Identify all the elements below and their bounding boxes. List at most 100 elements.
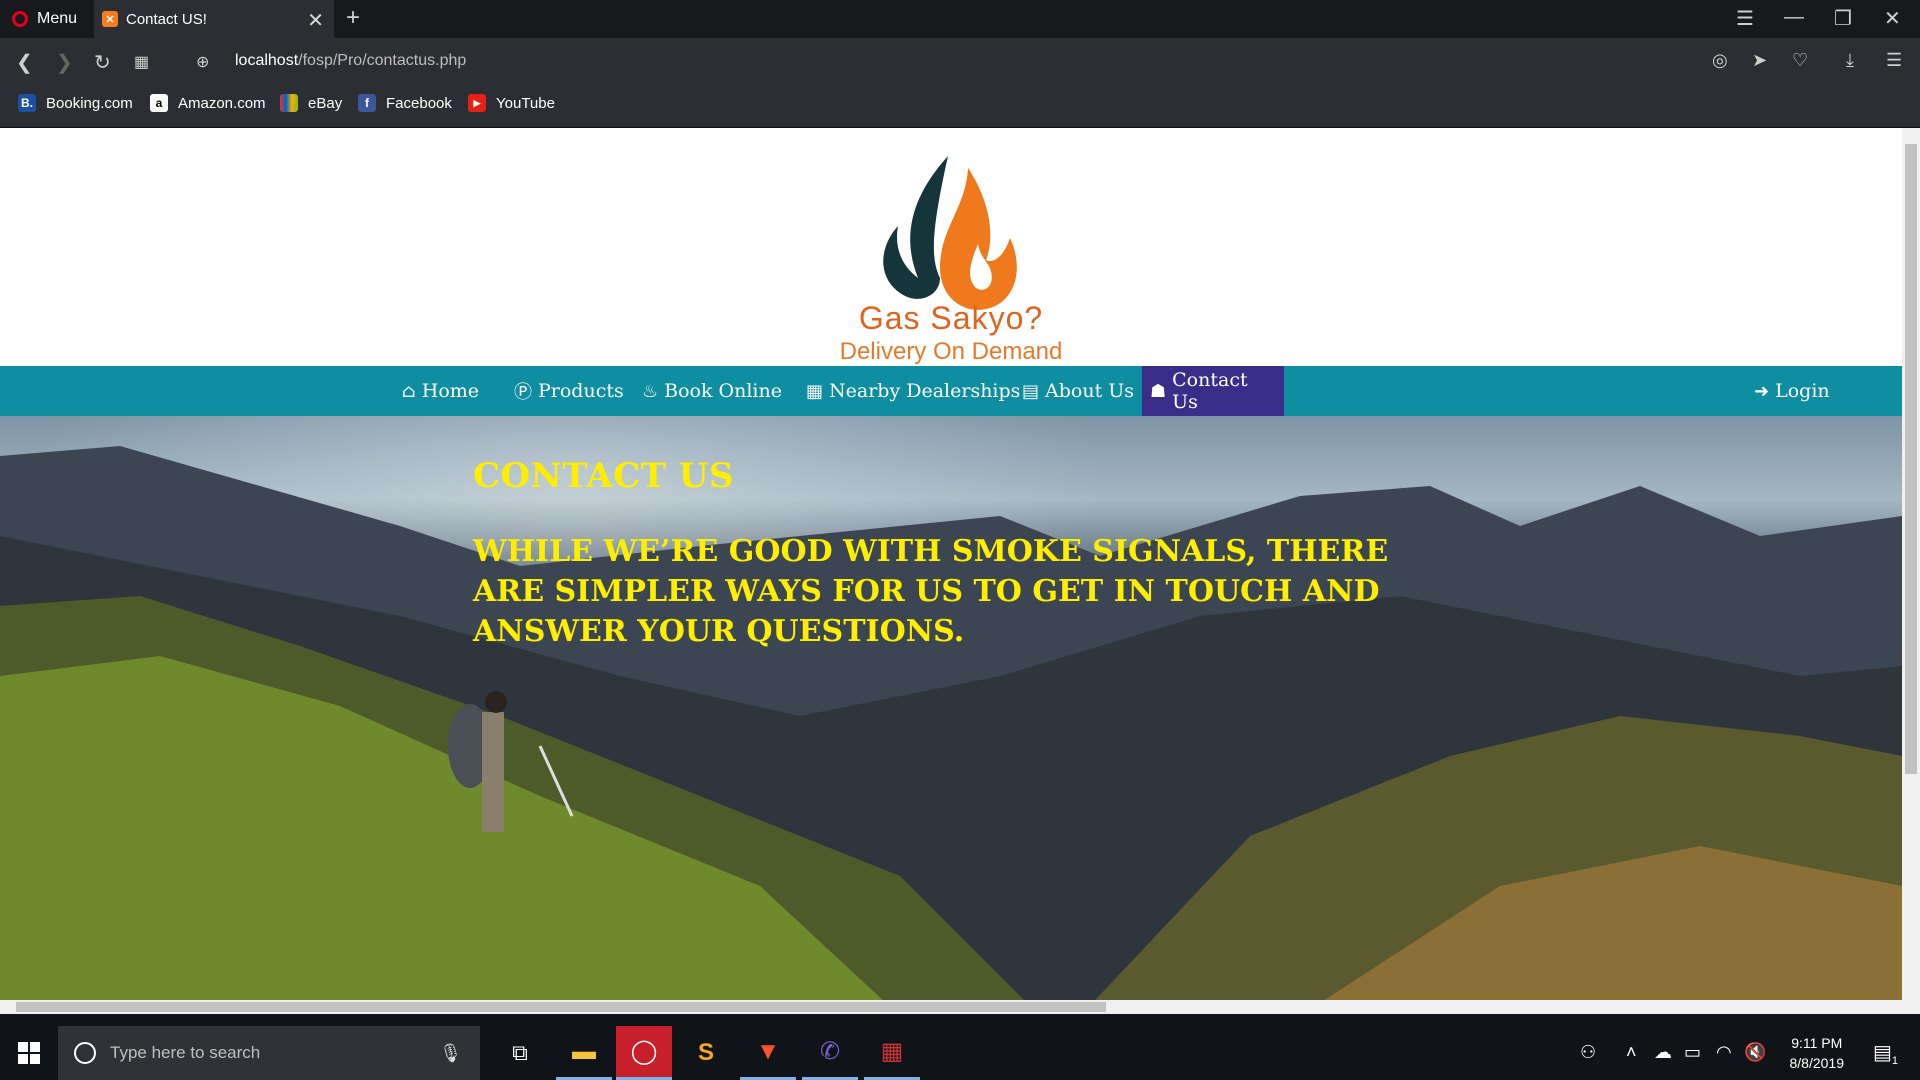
nav-contact-us[interactable]: ☗ Contact Us [1142,366,1284,416]
nav-about-us[interactable]: ▤ About Us [1018,366,1138,416]
brave-icon[interactable]: ▼ [740,1026,796,1080]
hero-banner: Contact Us While we’re good with smoke s… [0,416,1902,1014]
nav-label: Book Online [664,380,782,402]
snapshot-icon[interactable]: ◎ [1712,50,1728,71]
viber-icon[interactable]: ✆ [802,1026,858,1080]
amazon-icon: a [150,94,168,112]
start-button[interactable] [0,1026,58,1080]
tab-menu-icon[interactable]: ☰ [1736,6,1754,31]
products-icon: Ⓟ [514,382,532,403]
bookmark-label: YouTube [496,94,555,112]
volume-muted-icon[interactable]: 🔇 [1744,1042,1766,1063]
browser-titlebar: Menu ✕ Contact US! ✕ + ☰ — ❐ ✕ [0,0,1920,38]
people-icon[interactable]: ⚇ [1580,1042,1596,1063]
task-view-icon[interactable]: ⧉ [492,1026,548,1080]
bookmark-ebay[interactable]: eBay [280,94,342,112]
heart-icon[interactable]: ♡ [1792,50,1808,71]
nav-label: Contact Us [1172,369,1248,413]
tab-title: Contact US! [126,10,207,28]
file-explorer-icon[interactable]: ▬ [556,1026,612,1080]
restore-icon[interactable]: ❐ [1834,6,1852,31]
nav-book-online[interactable]: ♨ Book Online [638,366,786,416]
clock-time: 9:11 PM [1791,1035,1843,1051]
windows-taskbar: Type here to search 🎙 ⧉ ▬ ◯ S ▼ ✆ ▦ ⚇ ˄ … [0,1026,1920,1080]
vertical-scrollbar[interactable] [1902,128,1920,1014]
sublime-text-icon[interactable]: S [678,1026,734,1080]
battery-icon[interactable]: ▭ [1684,1042,1701,1063]
nav-products[interactable]: Ⓟ Products [510,366,628,416]
cortana-icon [74,1042,96,1064]
address-bar-row: ❮ ❯ ↻ ▦ ⊕ localhost/fosp/Pro/contactus.p… [0,38,1920,86]
onedrive-icon[interactable]: ☁ [1654,1042,1672,1063]
bookmark-facebook[interactable]: f Facebook [358,94,452,112]
nav-label: Products [538,380,624,402]
main-navbar: ⌂ Home Ⓟ Products ♨ Book Online ▦ Nearby… [0,366,1902,416]
bookmark-booking[interactable]: B. Booking.com [18,94,133,112]
building-icon: ▦ [806,380,824,402]
windows-logo-icon [18,1042,40,1064]
opera-logo-icon [12,11,28,27]
contact-user-icon: ☗ [1150,380,1167,402]
youtube-icon: ▶ [468,94,486,112]
bookmark-label: Amazon.com [178,94,266,112]
horizontal-scrollbar[interactable] [0,1000,1902,1014]
nav-label: About Us [1045,380,1135,402]
bookmark-label: Booking.com [46,94,133,112]
notification-count: 1 [1891,1055,1898,1067]
wifi-icon[interactable]: ◠ [1716,1042,1732,1063]
forward-icon[interactable]: ❯ [56,50,73,75]
menu-label: Menu [37,10,78,27]
url-field[interactable]: localhost/fosp/Pro/contactus.php [235,52,466,70]
home-icon: ⌂ [402,380,416,402]
browser-menu-button[interactable]: Menu [0,0,94,38]
brand-name: Gas Sakyo? [858,300,1044,336]
bookmark-amazon[interactable]: a Amazon.com [150,94,266,112]
vertical-scrollbar-thumb[interactable] [1905,144,1917,774]
url-host: localhost [235,52,299,69]
bookmark-label: eBay [308,94,343,112]
opera-taskbar-icon[interactable]: ◯ [616,1026,672,1080]
download-icon[interactable]: ⤓ [1846,50,1854,71]
winrar-icon[interactable]: ▦ [864,1026,920,1080]
back-icon[interactable]: ❮ [16,50,33,75]
hero-title: Contact Us [473,456,734,496]
taskbar-clock[interactable]: 9:11 PM 8/8/2019 [1790,1033,1845,1073]
mountain-landscape-image [0,446,1902,1014]
tab-close-icon[interactable]: ✕ [307,8,324,33]
action-center-icon[interactable]: ▤1 [1873,1040,1898,1067]
taskbar-search[interactable]: Type here to search 🎙 [58,1026,480,1080]
microphone-icon[interactable]: 🎙 [439,1043,462,1064]
login-icon: ➜ [1754,380,1770,402]
reload-icon[interactable]: ↻ [94,50,111,75]
new-tab-icon[interactable]: + [346,4,360,32]
clock-date: 8/8/2019 [1789,1055,1845,1071]
speed-dial-icon[interactable]: ▦ [134,52,149,72]
nav-home[interactable]: ⌂ Home [398,366,483,416]
horizontal-scrollbar-thumb[interactable] [16,1002,1106,1012]
bookmark-label: Facebook [386,94,452,112]
fire-icon: ♨ [642,380,659,402]
search-placeholder: Type here to search [110,1043,261,1062]
show-hidden-icons-icon[interactable]: ˄ [1626,1042,1637,1063]
bookmarks-bar: B. Booking.com a Amazon.com eBay f Faceb… [0,86,1920,128]
send-icon[interactable]: ➤ [1752,50,1767,71]
web-page: Gas Sakyo? Delivery On Demand ⌂ Home Ⓟ P… [0,128,1902,1014]
nav-login[interactable]: ➜ Login [1750,366,1834,416]
nav-label: Login [1775,380,1830,402]
id-card-icon: ▤ [1022,380,1040,402]
brand-tagline: Delivery On Demand [839,338,1063,365]
url-path: /fosp/Pro/contactus.php [298,52,467,69]
xampp-favicon-icon: ✕ [102,11,118,27]
minimize-icon[interactable]: — [1784,6,1804,29]
hero-text: While we’re good with smoke signals, the… [473,534,1389,649]
ebay-icon [280,94,298,112]
tab-contact-us[interactable]: ✕ Contact US! ✕ [94,0,334,38]
booking-icon: B. [18,94,36,112]
bookmark-youtube[interactable]: ▶ YouTube [468,94,555,112]
nav-label: Home [421,380,480,402]
close-window-icon[interactable]: ✕ [1884,6,1901,31]
easy-setup-icon[interactable]: ☰ [1886,50,1902,71]
taskbar-edge [0,1014,1920,1026]
site-info-icon[interactable]: ⊕ [196,52,209,72]
nav-nearby-dealerships[interactable]: ▦ Nearby Dealerships [802,366,1024,416]
